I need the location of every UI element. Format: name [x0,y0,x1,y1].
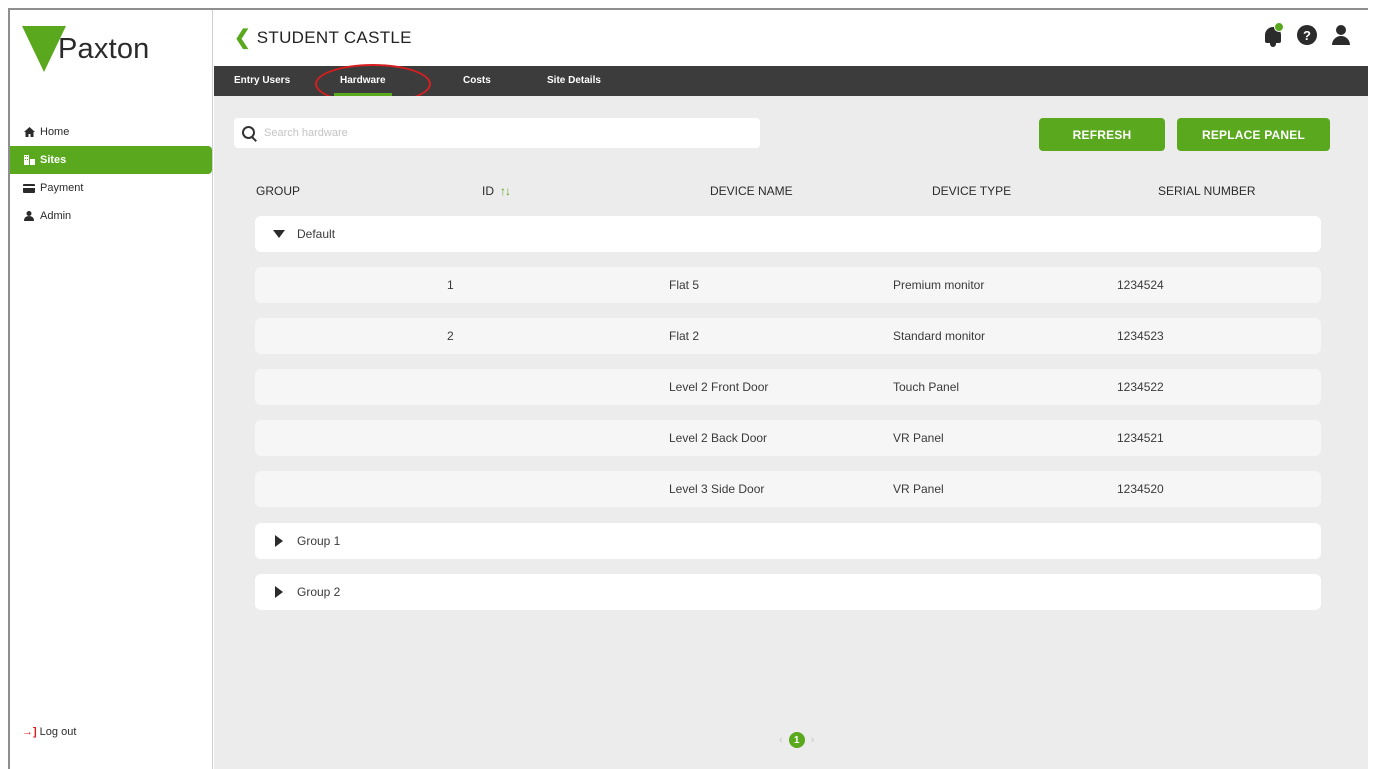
group-row-group-2[interactable]: Group 2 [255,574,1321,610]
home-icon [22,127,36,137]
group-row-group-1[interactable]: Group 1 [255,523,1321,559]
sidebar-item-label: Admin [40,210,72,222]
replace-panel-button[interactable]: REPLACE PANEL [1177,118,1330,151]
sidebar-item-admin[interactable]: Admin [10,202,212,230]
refresh-button[interactable]: REFRESH [1039,118,1165,151]
back-button[interactable]: ❮ STUDENT CASTLE [234,28,412,48]
cell-serial: 1234521 [1117,431,1164,445]
cell-device-name: Flat 2 [669,329,700,343]
sites-icon [22,155,36,165]
help-icon[interactable]: ? [1296,24,1318,46]
notification-bell-icon[interactable] [1262,22,1284,47]
sidebar: Paxton Home Sites Payment Admin →] Log o… [10,10,213,769]
cell-serial: 1234524 [1117,278,1164,292]
search-icon [242,126,256,140]
sidebar-item-home[interactable]: Home [10,118,212,146]
cell-device-name: Level 2 Front Door [669,380,769,394]
tab-bar: Entry Users Hardware Costs Site Details [214,66,1368,96]
cell-serial: 1234523 [1117,329,1164,343]
table-header: GROUP ID ↑↓ DEVICE NAME DEVICE TYPE SERIA… [256,184,1316,204]
column-header-group: GROUP [256,184,301,198]
caret-right-icon [275,586,283,598]
logout-link[interactable]: →] Log out [22,726,76,738]
paxton-logo: Paxton [22,26,150,72]
cell-device-type: Standard monitor [893,329,986,343]
column-header-id[interactable]: ID ↑↓ [482,184,511,198]
table-row[interactable]: Level 3 Side Door VR Panel 1234520 [255,471,1321,507]
tab-entry-users[interactable]: Entry Users [234,66,290,96]
logout-icon: →] [22,726,37,738]
cell-device-type: Premium monitor [893,278,985,292]
sidebar-nav: Home Sites Payment Admin [10,118,212,230]
search-bar[interactable] [234,118,760,148]
tab-site-details[interactable]: Site Details [547,66,601,96]
header-icons: ? [1262,22,1352,47]
user-icon[interactable] [1330,24,1352,46]
cell-device-type: VR Panel [893,431,944,445]
prev-page-icon[interactable]: ‹ [779,734,783,746]
logout-label: Log out [39,726,77,738]
table-row[interactable]: Level 2 Back Door VR Panel 1234521 [255,420,1321,456]
group-name: Group 2 [297,585,341,599]
tab-hardware[interactable]: Hardware [334,66,392,96]
sidebar-item-label: Sites [40,154,67,166]
admin-icon [22,211,36,221]
table-row[interactable]: Level 2 Front Door Touch Panel 1234522 [255,369,1321,405]
column-header-device-type: DEVICE TYPE [932,184,1012,198]
notification-badge [1274,22,1284,32]
column-header-device-name: DEVICE NAME [710,184,793,198]
group-toggle[interactable]: Default [273,227,335,241]
cell-serial: 1234522 [1117,380,1164,394]
cell-device-name: Level 3 Side Door [669,482,765,496]
chevron-left-icon: ❮ [234,27,251,49]
sidebar-item-label: Home [40,126,70,138]
pagination: ‹ 1 › [779,732,814,748]
sidebar-item-payment[interactable]: Payment [10,174,212,202]
group-toggle[interactable]: Group 1 [273,534,340,548]
sort-icon[interactable]: ↑↓ [500,184,511,198]
cell-device-name: Level 2 Back Door [669,431,768,445]
group-row-default[interactable]: Default [255,216,1321,252]
cell-serial: 1234520 [1117,482,1164,496]
column-header-id-label: ID [482,184,494,198]
page-number-button[interactable]: 1 [788,732,805,748]
table-row[interactable]: 2 Flat 2 Standard monitor 1234523 [255,318,1321,354]
page-title: STUDENT CASTLE [256,28,412,47]
caret-down-icon [273,230,285,238]
cell-device-name: Flat 5 [669,278,700,292]
top-header: ❮ STUDENT CASTLE ? [214,10,1368,66]
cell-device-type: VR Panel [893,482,944,496]
group-name: Group 1 [297,534,341,548]
group-name: Default [297,227,336,241]
tab-costs[interactable]: Costs [463,66,491,96]
app-window: Paxton Home Sites Payment Admin →] Log o… [8,8,1368,769]
sidebar-item-sites[interactable]: Sites [10,146,212,174]
payment-icon [22,183,36,193]
cell-id: 2 [447,329,454,343]
next-page-icon[interactable]: › [811,734,815,746]
cell-device-type: Touch Panel [893,380,960,394]
search-input[interactable] [264,127,744,139]
caret-right-icon [275,535,283,547]
main-content: REFRESH REPLACE PANEL GROUP ID ↑↓ DEVICE … [214,96,1368,769]
cell-id: 1 [447,278,454,292]
column-header-serial-number: SERIAL NUMBER [1158,184,1256,198]
table-row[interactable]: 1 Flat 5 Premium monitor 1234524 [255,267,1321,303]
logo-text: Paxton [58,32,150,65]
sidebar-item-label: Payment [40,182,84,194]
group-toggle[interactable]: Group 2 [273,585,340,599]
